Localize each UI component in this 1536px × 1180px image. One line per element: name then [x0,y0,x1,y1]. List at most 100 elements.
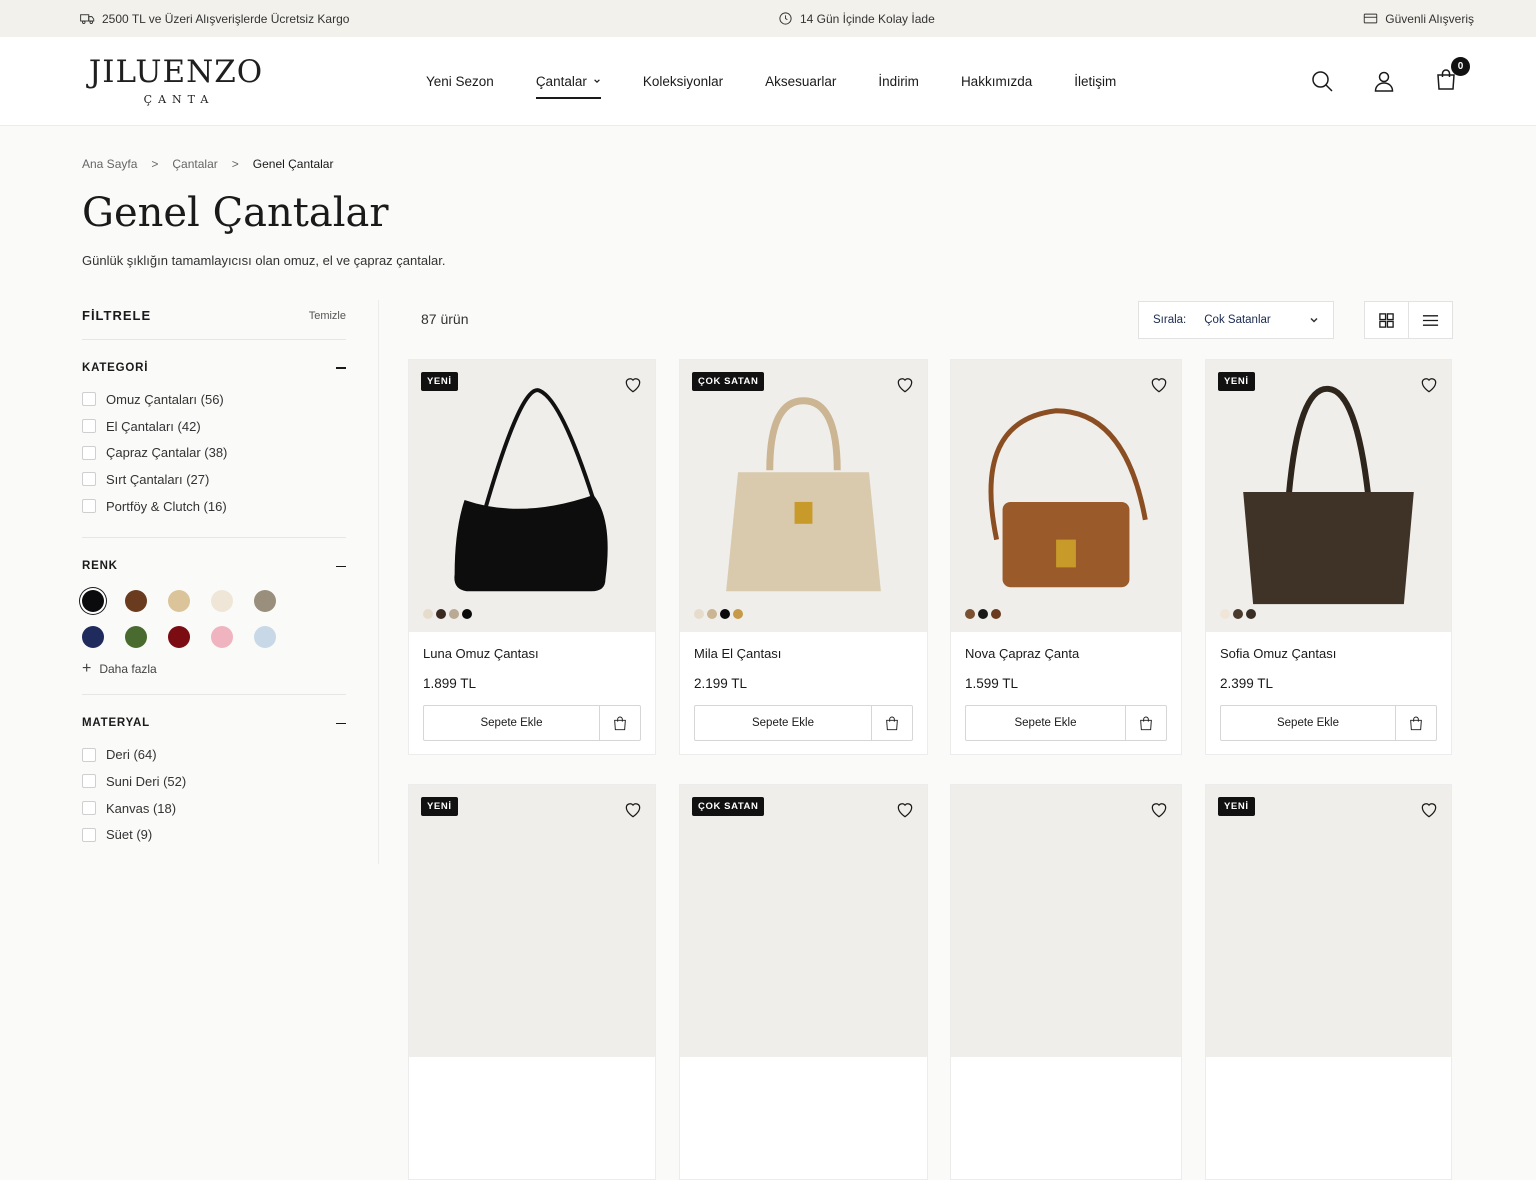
color-dot[interactable] [436,609,446,619]
add-to-cart-button[interactable]: Sepete Ekle [423,705,641,741]
quick-add-button[interactable] [599,706,640,740]
material-option[interactable]: Deri (64) [82,741,346,768]
color-dot[interactable] [1220,609,1230,619]
color-dot[interactable] [720,609,730,619]
cart-button[interactable]: 0 [1434,56,1470,96]
clear-filters-link[interactable]: Temizle [309,310,346,322]
checkbox[interactable] [82,472,96,487]
color-dot[interactable] [707,609,717,619]
material-option[interactable]: Kanvas (18) [82,795,346,822]
product-card[interactable]: ÇOK SATAN [679,784,928,1180]
category-filter-header[interactable]: KATEGORİ [82,362,346,374]
category-option[interactable]: Sırt Çantaları (27) [82,466,346,493]
breadcrumb-bags[interactable]: Çantalar [172,157,217,171]
heart-icon[interactable] [623,375,643,395]
checkbox[interactable] [82,392,96,407]
logo[interactable]: JILUENZO ÇANTA [82,55,270,106]
add-to-cart-button[interactable]: Sepete Ekle [694,705,913,741]
checkbox[interactable] [82,445,96,460]
color-swatch[interactable] [211,590,233,613]
material-filter-header[interactable]: MATERYAL [82,717,346,729]
color-dot[interactable] [1246,609,1256,619]
checkbox[interactable] [82,747,96,762]
category-option[interactable]: El Çantaları (42) [82,413,346,440]
color-swatch[interactable] [82,626,104,649]
user-icon[interactable] [1372,69,1396,93]
collapse-icon[interactable] [336,565,346,568]
product-image[interactable]: YENİ [409,360,655,632]
color-dot[interactable] [978,609,988,619]
material-option[interactable]: Süet (9) [82,822,346,849]
nav-new-season[interactable]: Yeni Sezon [426,71,494,91]
sort-dropdown[interactable]: Sırala: Çok Satanlar [1138,301,1334,339]
color-swatch[interactable] [254,626,276,649]
material-option[interactable]: Suni Deri (52) [82,768,346,795]
color-dot[interactable] [423,609,433,619]
quick-add-button[interactable] [1125,706,1166,740]
product-name[interactable]: Mila El Çantası [694,646,781,661]
heart-icon[interactable] [1149,800,1169,820]
checkbox[interactable] [82,419,96,434]
color-filter-header[interactable]: RENK [82,560,346,572]
color-swatch[interactable] [168,590,190,613]
checkbox[interactable] [82,801,96,816]
more-colors-button[interactable]: + Daha fazla [82,661,346,677]
color-swatch[interactable] [211,626,233,649]
collapse-icon[interactable] [336,722,346,725]
color-dot[interactable] [449,609,459,619]
collapse-icon[interactable] [336,367,346,369]
color-dot[interactable] [733,609,743,619]
heart-icon[interactable] [895,375,915,395]
color-dot[interactable] [694,609,704,619]
product-name[interactable]: Sofia Omuz Çantası [1220,646,1336,661]
nav-accessories[interactable]: Aksesuarlar [765,71,836,91]
color-swatch[interactable] [82,590,104,613]
color-dot[interactable] [1233,609,1243,619]
checkbox[interactable] [82,774,96,789]
product-card[interactable] [950,784,1182,1180]
heart-icon[interactable] [895,800,915,820]
heart-icon[interactable] [1149,375,1169,395]
nav-sale[interactable]: İndirim [878,71,919,91]
product-card[interactable]: YENİ [1205,784,1452,1180]
quick-add-button[interactable] [1395,706,1436,740]
checkbox[interactable] [82,499,96,514]
product-card[interactable]: YENİ Sofia Omuz Çantası 2.399 TL Sepete Ekl… [1205,359,1452,755]
color-dot[interactable] [462,609,472,619]
heart-icon[interactable] [623,800,643,820]
product-card[interactable]: Nova Çapraz Çanta 1.599 TL Sepete Ekle [950,359,1182,755]
product-image[interactable]: YENİ [1206,785,1451,1057]
color-dot[interactable] [991,609,1001,619]
color-dot[interactable] [965,609,975,619]
nav-collections[interactable]: Koleksiyonlar [643,71,723,91]
nav-about[interactable]: Hakkımızda [961,71,1032,91]
product-card[interactable]: YENİ Luna Omuz Çantası 1.899 TL Sepete Ekle [408,359,656,755]
color-swatch[interactable] [254,590,276,613]
list-view-button[interactable] [1408,302,1452,338]
color-swatch[interactable] [125,626,147,649]
category-option[interactable]: Omuz Çantaları (56) [82,386,346,413]
nav-contact[interactable]: İletişim [1074,71,1116,91]
color-swatch[interactable] [125,590,147,613]
product-image[interactable] [951,360,1181,632]
breadcrumb-home[interactable]: Ana Sayfa [82,157,137,171]
product-name[interactable]: Luna Omuz Çantası [423,646,539,661]
nav-bags[interactable]: Çantalar [535,71,601,99]
heart-icon[interactable] [1419,375,1439,395]
category-option[interactable]: Portföy & Clutch (16) [82,493,346,520]
category-option[interactable]: Çapraz Çantalar (38) [82,439,346,466]
quick-add-button[interactable] [871,706,912,740]
add-to-cart-button[interactable]: Sepete Ekle [1220,705,1437,741]
product-image[interactable]: ÇOK SATAN [680,360,927,632]
product-card[interactable]: YENİ [408,784,656,1180]
product-image[interactable]: YENİ [1206,360,1451,632]
checkbox[interactable] [82,827,96,842]
product-card[interactable]: ÇOK SATAN Mila El Çantası 2.199 TL Sepete E… [679,359,928,755]
product-image[interactable]: ÇOK SATAN [680,785,927,1057]
grid-view-button[interactable] [1365,302,1408,338]
color-swatch[interactable] [168,626,190,649]
heart-icon[interactable] [1419,800,1439,820]
product-image[interactable]: YENİ [409,785,655,1057]
add-to-cart-button[interactable]: Sepete Ekle [965,705,1167,741]
search-icon[interactable] [1310,69,1334,93]
